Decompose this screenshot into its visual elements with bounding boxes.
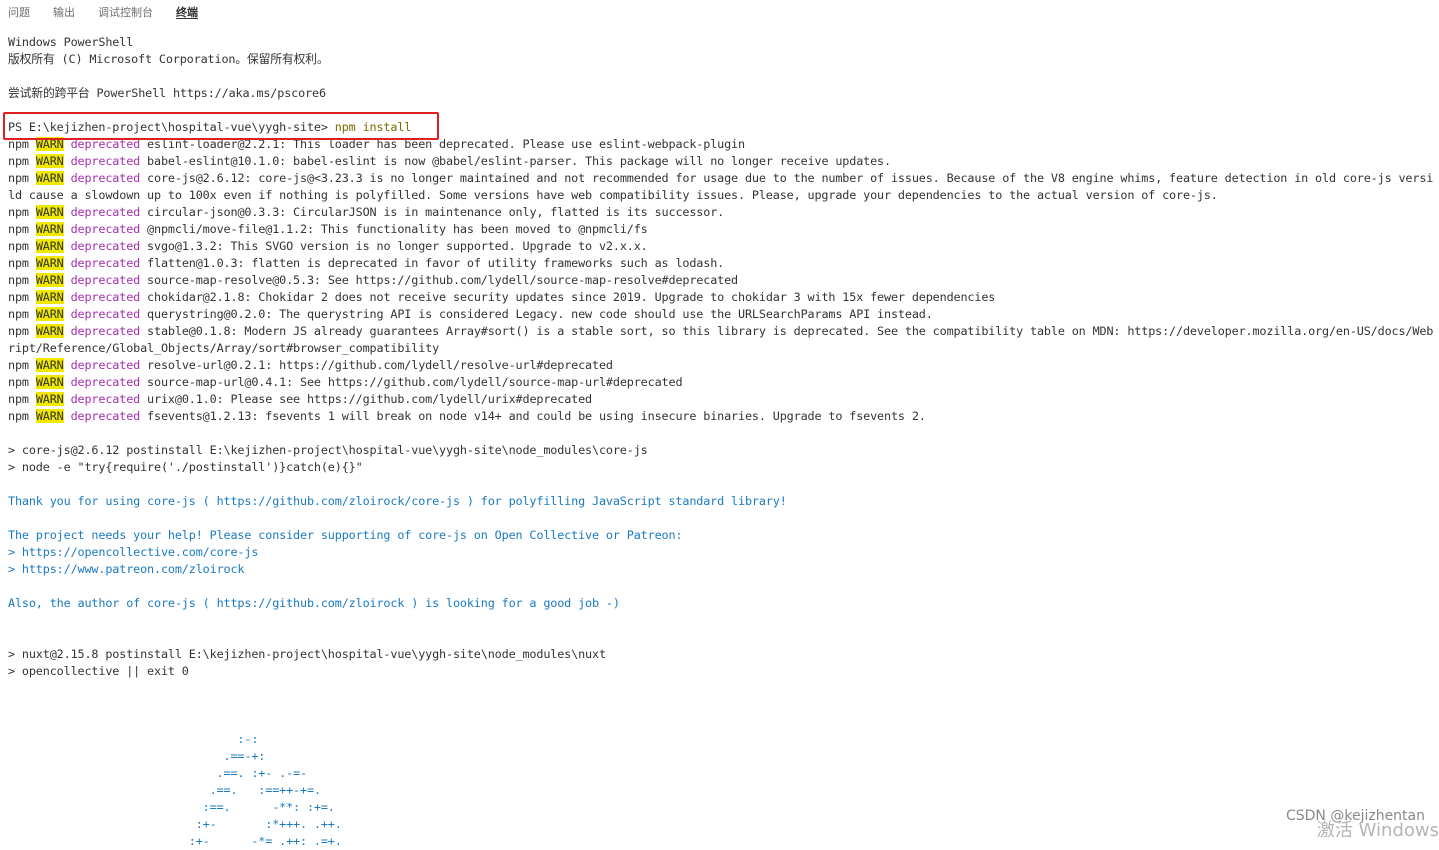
terminal-line: > node -e "try{require('./postinstall')}… bbox=[8, 460, 363, 474]
ascii-art-line: :-: bbox=[8, 732, 259, 746]
warning-continuation: ld cause a slowdown up to 100x even if n… bbox=[8, 188, 1218, 202]
ascii-art-line: .==. :+- .-=- bbox=[8, 766, 308, 780]
warning-line: npm WARN deprecated circular-json@0.3.3:… bbox=[8, 205, 725, 219]
deprecated-label: deprecated bbox=[70, 409, 141, 423]
deprecated-label: deprecated bbox=[70, 171, 141, 185]
warn-badge: WARN bbox=[35, 239, 64, 253]
warning-line: npm WARN deprecated babel-eslint@10.1.0:… bbox=[8, 154, 891, 168]
warning-line: npm WARN deprecated svgo@1.3.2: This SVG… bbox=[8, 239, 648, 253]
warn-badge: WARN bbox=[35, 307, 64, 321]
panel-tabs: 问题 输出 调试控制台 终端 bbox=[0, 0, 1439, 24]
deprecated-label: deprecated bbox=[70, 273, 141, 287]
deprecated-label: deprecated bbox=[70, 324, 141, 338]
warn-badge: WARN bbox=[35, 171, 64, 185]
warning-line: npm WARN deprecated @npmcli/move-file@1.… bbox=[8, 222, 648, 236]
warn-badge: WARN bbox=[35, 358, 64, 372]
deprecated-label: deprecated bbox=[70, 239, 141, 253]
deprecated-label: deprecated bbox=[70, 205, 141, 219]
deprecated-label: deprecated bbox=[70, 358, 141, 372]
ascii-art-line: :==. -**: :+=. bbox=[8, 800, 335, 814]
deprecated-label: deprecated bbox=[70, 307, 141, 321]
warning-continuation: ript/Reference/Global_Objects/Array/sort… bbox=[8, 341, 440, 355]
deprecated-label: deprecated bbox=[70, 256, 141, 270]
tab-output[interactable]: 输出 bbox=[53, 0, 75, 19]
deprecated-label: deprecated bbox=[70, 290, 141, 304]
terminal-line: Thank you for using core-js ( https://gi… bbox=[8, 494, 787, 508]
deprecated-label: deprecated bbox=[70, 375, 141, 389]
ascii-art-line: .==. :==++-+=. bbox=[8, 783, 321, 797]
warning-line: npm WARN deprecated core-js@2.6.12: core… bbox=[8, 171, 1434, 185]
warn-badge: WARN bbox=[35, 409, 64, 423]
warn-badge: WARN bbox=[35, 392, 64, 406]
ascii-art-line: :+- -*= .++: .=+. bbox=[8, 834, 342, 848]
terminal-line: Windows PowerShell bbox=[8, 35, 134, 49]
warning-line: npm WARN deprecated querystring@0.2.0: T… bbox=[8, 307, 933, 321]
terminal-line: > opencollective || exit 0 bbox=[8, 664, 189, 678]
warning-line: npm WARN deprecated source-map-resolve@0… bbox=[8, 273, 739, 287]
command-highlight-box bbox=[3, 112, 439, 140]
warn-badge: WARN bbox=[35, 375, 64, 389]
warn-badge: WARN bbox=[35, 273, 64, 287]
warning-line: npm WARN deprecated chokidar@2.1.8: Chok… bbox=[8, 290, 996, 304]
warning-line: npm WARN deprecated flatten@1.0.3: flatt… bbox=[8, 256, 725, 270]
warn-badge: WARN bbox=[35, 256, 64, 270]
warning-line: npm WARN deprecated resolve-url@0.2.1: h… bbox=[8, 358, 613, 372]
tab-debug-console[interactable]: 调试控制台 bbox=[98, 0, 153, 19]
warn-badge: WARN bbox=[35, 324, 64, 338]
warn-badge: WARN bbox=[35, 154, 64, 168]
deprecated-label: deprecated bbox=[70, 392, 141, 406]
terminal-line: The project needs your help! Please cons… bbox=[8, 528, 683, 542]
warning-line: npm WARN deprecated urix@0.1.0: Please s… bbox=[8, 392, 593, 406]
warning-line: npm WARN deprecated fsevents@1.2.13: fse… bbox=[8, 409, 926, 423]
ascii-art-line: :+- :*+++. .++. bbox=[8, 817, 342, 831]
terminal-line: 尝试新的跨平台 PowerShell https://aka.ms/pscore… bbox=[8, 86, 326, 100]
ascii-art-line: .==-+: bbox=[8, 749, 266, 763]
terminal-line: > core-js@2.6.12 postinstall E:\kejizhen… bbox=[8, 443, 648, 457]
terminal-line: > https://opencollective.com/core-js bbox=[8, 545, 259, 559]
tab-problems[interactable]: 问题 bbox=[8, 0, 30, 19]
windows-activation-watermark: 激活 Windows bbox=[1316, 820, 1439, 841]
terminal-output[interactable]: Windows PowerShell 版权所有 (C) Microsoft Cor… bbox=[8, 34, 1439, 850]
warning-line: npm WARN deprecated stable@0.1.8: Modern… bbox=[8, 324, 1434, 338]
tab-terminal[interactable]: 终端 bbox=[176, 0, 198, 19]
terminal-line: > https://www.patreon.com/zloirock bbox=[8, 562, 245, 576]
terminal-line: > nuxt@2.15.8 postinstall E:\kejizhen-pr… bbox=[8, 647, 606, 661]
terminal-line: Also, the author of core-js ( https://gi… bbox=[8, 596, 620, 610]
warn-badge: WARN bbox=[35, 290, 64, 304]
deprecated-label: deprecated bbox=[70, 154, 141, 168]
deprecated-label: deprecated bbox=[70, 222, 141, 236]
terminal-line: 版权所有 (C) Microsoft Corporation。保留所有权利。 bbox=[8, 52, 329, 66]
warning-line: npm WARN deprecated source-map-url@0.4.1… bbox=[8, 375, 683, 389]
warn-badge: WARN bbox=[35, 205, 64, 219]
warn-badge: WARN bbox=[35, 222, 64, 236]
